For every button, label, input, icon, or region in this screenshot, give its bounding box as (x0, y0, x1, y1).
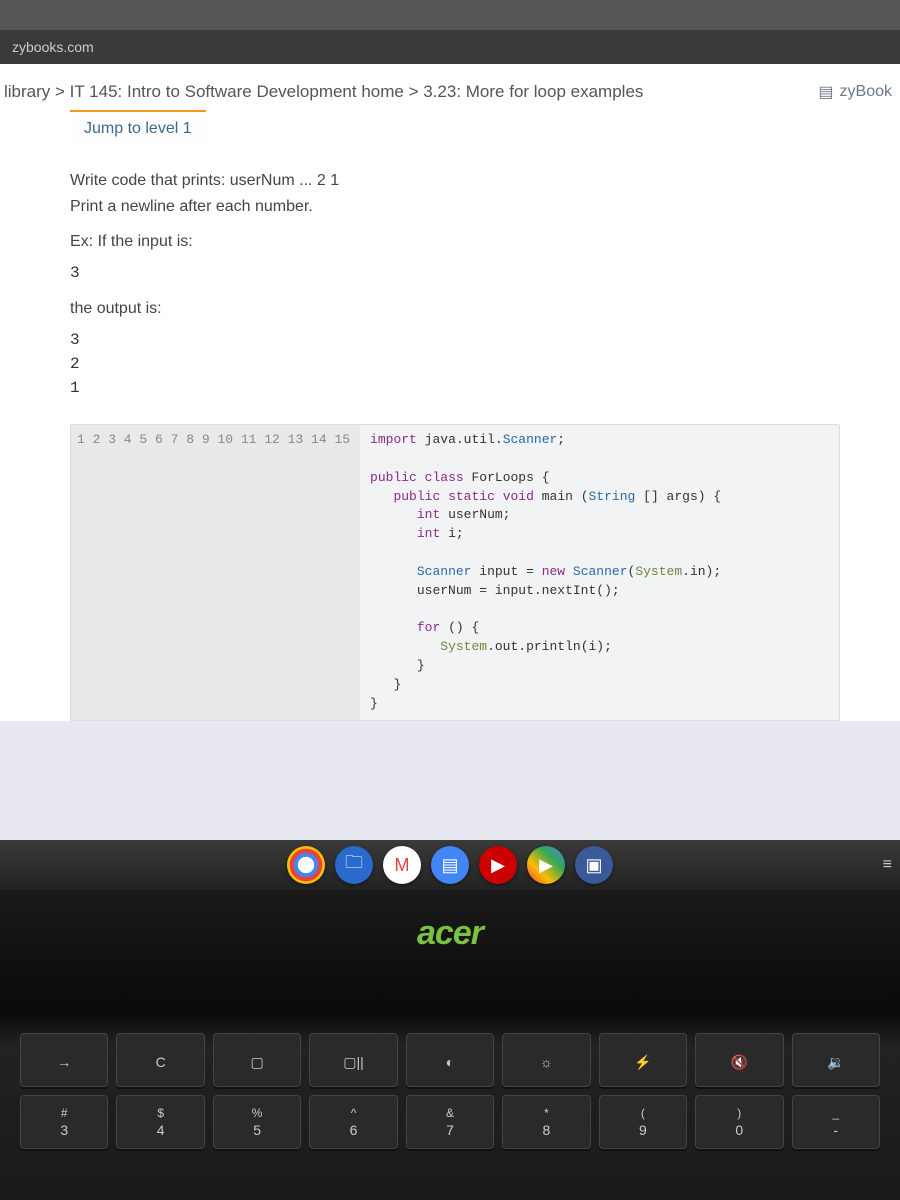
files-icon[interactable]: 🗀 (335, 846, 373, 884)
keyboard-key: $4 (116, 1095, 204, 1149)
keyboard-key: _- (792, 1095, 880, 1149)
taskbar: 🗀 M ▤ ▶ ▶ ▣ ≡ (0, 840, 900, 890)
keyboard-key: )0 (695, 1095, 783, 1149)
play-store-icon[interactable]: ▶ (527, 846, 565, 884)
acer-logo: acer (417, 914, 483, 953)
youtube-icon[interactable]: ▶ (479, 846, 517, 884)
prompt-line-2: Print a newline after each number. (70, 194, 840, 220)
keyboard-key: C (116, 1033, 204, 1087)
example-label: Ex: If the input is: (70, 229, 840, 255)
keyboard-key: *8 (502, 1095, 590, 1149)
challenge-area: Jump to level 1 Write code that prints: … (0, 110, 900, 721)
keyboard-key: 🔉 (792, 1033, 880, 1087)
zybooks-label: zyBook (840, 83, 892, 101)
chrome-icon[interactable] (287, 846, 325, 884)
prompt-box: Write code that prints: userNum ... 2 1 … (70, 168, 840, 400)
line-number-gutter: 1 2 3 4 5 6 7 8 9 10 11 12 13 14 15 (71, 425, 360, 720)
breadcrumb[interactable]: library > IT 145: Intro to Software Deve… (4, 82, 643, 102)
zybooks-link[interactable]: ▤ zyBook (818, 82, 892, 102)
key-row-numbers: #3$4%5^6&7*8(9)0_- (20, 1095, 880, 1149)
code-editor[interactable]: 1 2 3 4 5 6 7 8 9 10 11 12 13 14 15 impo… (70, 424, 840, 721)
prompt-line-1: Write code that prints: userNum ... 2 1 (70, 168, 840, 194)
laptop-bezel: acer →C▢▢||◐☼⚡🔇🔉 #3$4%5^6&7*8(9)0_- (0, 890, 900, 1200)
example-output: 3 2 1 (70, 328, 840, 400)
url-text: zybooks.com (12, 39, 94, 55)
keyboard-key: %5 (213, 1095, 301, 1149)
keyboard-key: ▢ (213, 1033, 301, 1087)
output-label: the output is: (70, 296, 840, 322)
keyboard-key: 🔇 (695, 1033, 783, 1087)
gmail-icon[interactable]: M (383, 846, 421, 884)
page-content: library > IT 145: Intro to Software Deve… (0, 64, 900, 721)
jump-to-level-tab[interactable]: Jump to level 1 (70, 110, 206, 144)
taskbar-right: ≡ (883, 856, 892, 874)
keyboard-key: #3 (20, 1095, 108, 1149)
keyboard-key: ^6 (309, 1095, 397, 1149)
docs-icon[interactable]: ▤ (431, 846, 469, 884)
code-body[interactable]: import java.util.Scanner; public class F… (360, 425, 731, 720)
keyboard: →C▢▢||◐☼⚡🔇🔉 #3$4%5^6&7*8(9)0_- (0, 1033, 900, 1157)
browser-tab-strip (0, 0, 900, 30)
example-input: 3 (70, 261, 840, 287)
keyboard-key: ◐ (406, 1033, 494, 1087)
book-icon: ▤ (818, 82, 833, 102)
breadcrumb-bar: library > IT 145: Intro to Software Deve… (0, 64, 900, 110)
key-row-function: →C▢▢||◐☼⚡🔇🔉 (20, 1033, 880, 1087)
keyboard-key: &7 (406, 1095, 494, 1149)
keyboard-key: ▢|| (309, 1033, 397, 1087)
url-bar[interactable]: zybooks.com (0, 30, 900, 64)
keyboard-key: (9 (599, 1095, 687, 1149)
keyboard-key: → (20, 1033, 108, 1087)
camera-icon[interactable]: ▣ (575, 846, 613, 884)
keyboard-key: ☼ (502, 1033, 590, 1087)
keyboard-key: ⚡ (599, 1033, 687, 1087)
